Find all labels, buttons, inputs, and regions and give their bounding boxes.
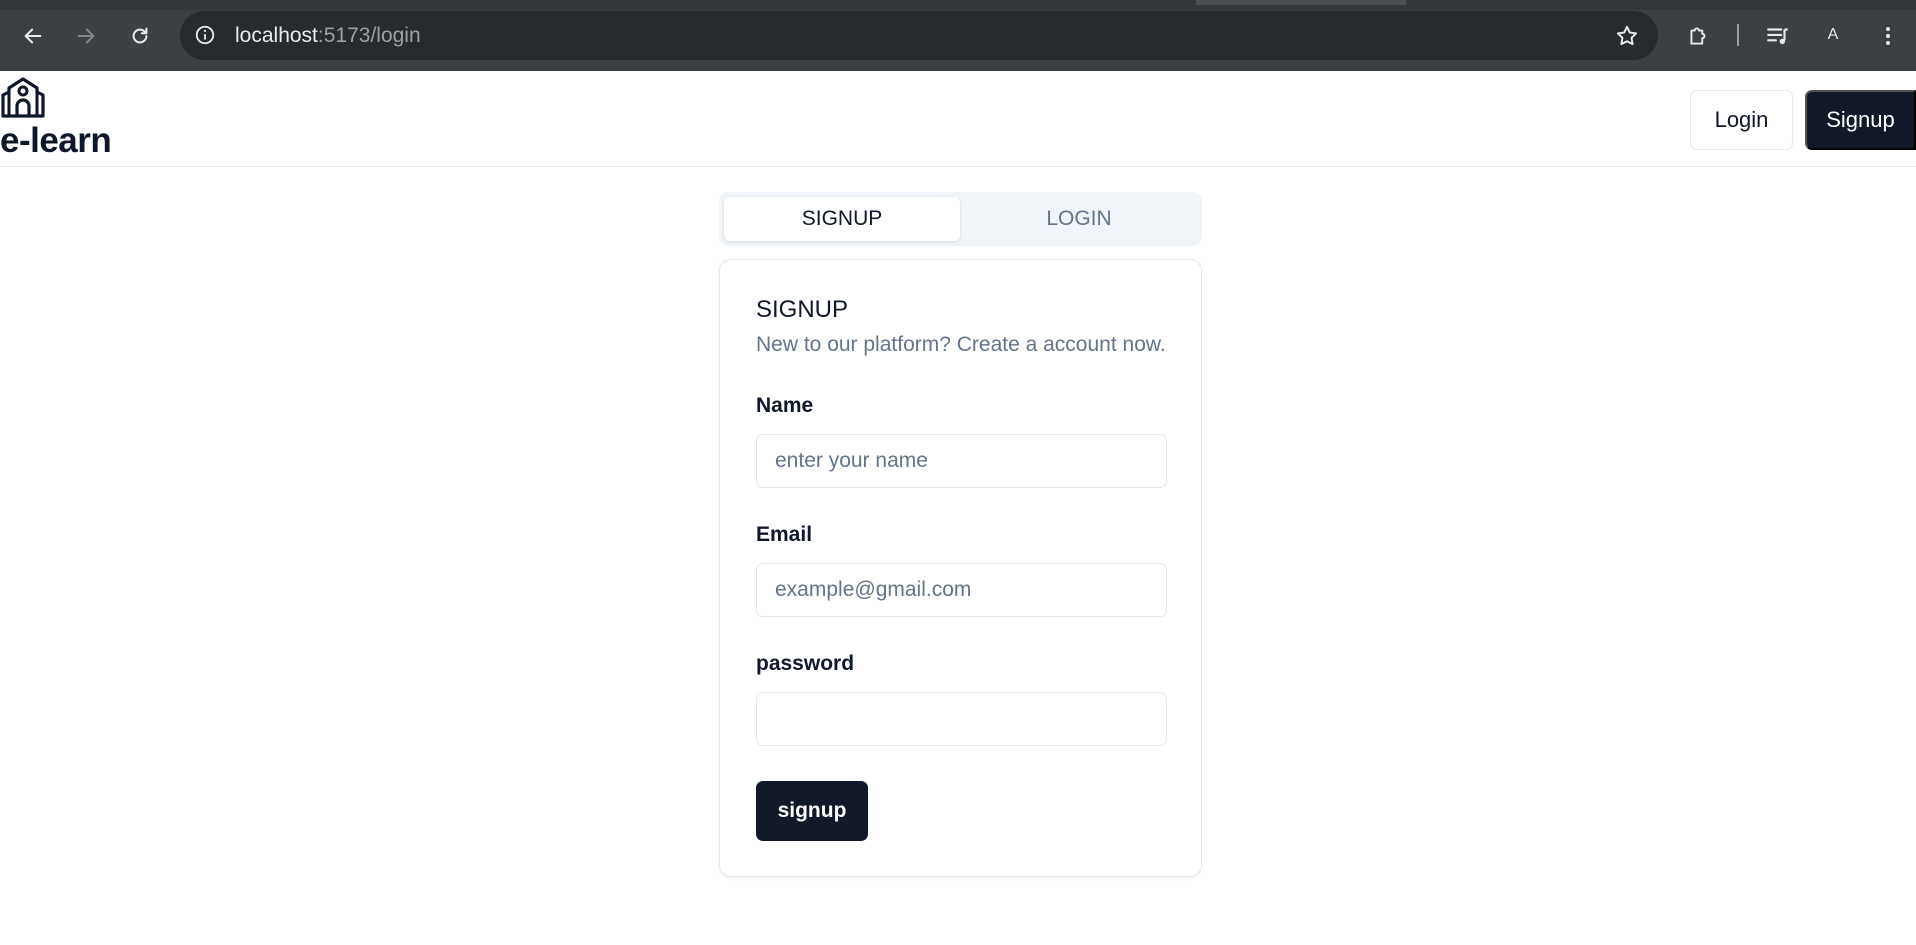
toolbar-separator: [1737, 24, 1739, 46]
back-button[interactable]: [13, 16, 53, 56]
app-header: e-learn Login Signup: [0, 71, 1916, 167]
tab-strip: [0, 0, 1916, 10]
auth-tabs: SIGNUP LOGIN: [719, 192, 1202, 246]
brand-name[interactable]: e-learn: [0, 121, 112, 161]
reload-button[interactable]: [120, 16, 160, 56]
name-input[interactable]: [756, 434, 1167, 488]
browser-toolbar: localhost:5173/login A: [0, 0, 1916, 71]
forward-button[interactable]: [66, 16, 106, 56]
tab-strip-hint: [1196, 0, 1406, 5]
puzzle-icon: [1690, 27, 1706, 45]
school-building-icon[interactable]: [0, 73, 46, 119]
signup-submit-button[interactable]: signup: [756, 781, 868, 841]
password-label: password: [756, 652, 855, 675]
card-description: New to our platform? Create a account no…: [756, 333, 1166, 356]
email-label: Email: [756, 523, 813, 546]
arrow-right-icon: [77, 28, 95, 44]
url-host: localhost: [235, 24, 318, 47]
address-bar[interactable]: localhost:5173/login: [180, 11, 1658, 60]
password-input[interactable]: [756, 692, 1167, 746]
media-controls-button[interactable]: [1762, 20, 1794, 52]
arrow-left-icon: [24, 28, 42, 44]
site-info-icon[interactable]: [194, 24, 216, 46]
tab-signup[interactable]: SIGNUP: [724, 197, 960, 241]
tab-login[interactable]: LOGIN: [961, 197, 1197, 241]
queue-music-icon: [1767, 28, 1788, 45]
bookmark-star-icon[interactable]: [1614, 23, 1640, 49]
url-path: :5173/login: [317, 24, 421, 47]
browser-menu-button[interactable]: [1872, 20, 1904, 52]
profile-avatar[interactable]: A: [1818, 20, 1848, 50]
name-label: Name: [756, 394, 814, 417]
card-title: SIGNUP: [756, 296, 849, 323]
extensions-button[interactable]: [1683, 20, 1715, 52]
url-text[interactable]: localhost:5173/login: [235, 24, 421, 48]
signup-card: SIGNUP New to our platform? Create a acc…: [719, 259, 1202, 877]
header-login-button[interactable]: Login: [1690, 90, 1793, 150]
header-signup-button[interactable]: Signup: [1805, 90, 1916, 150]
reload-icon: [132, 27, 148, 44]
email-input[interactable]: [756, 563, 1167, 617]
kebab-menu-icon: [1886, 27, 1890, 45]
